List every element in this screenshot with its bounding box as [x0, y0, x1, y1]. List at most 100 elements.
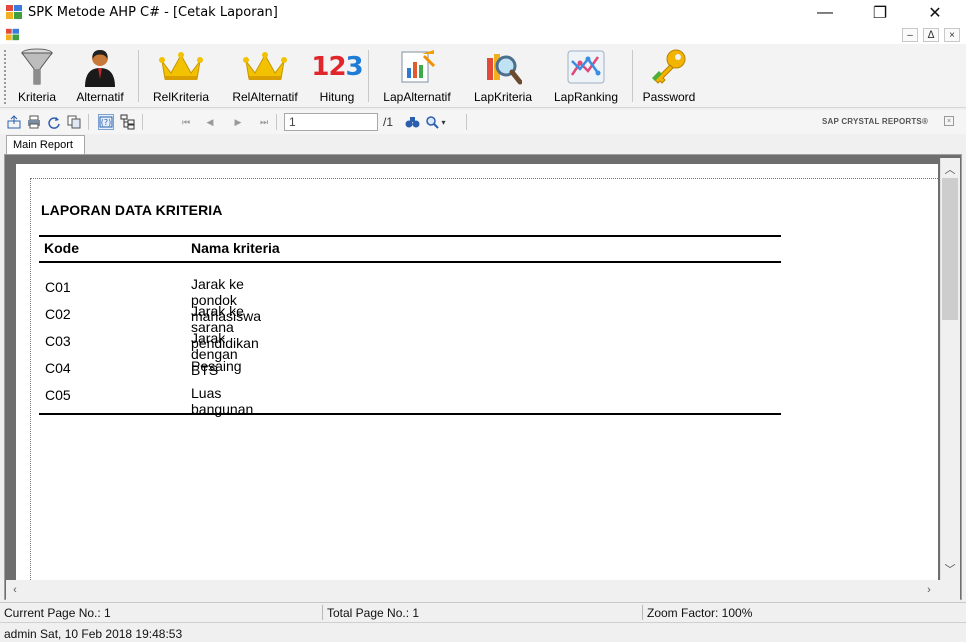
- printer-icon: [28, 115, 40, 129]
- relkriteria-button[interactable]: RelKriteria: [146, 46, 216, 106]
- first-page-button[interactable]: ⏮: [178, 114, 194, 130]
- last-page-button[interactable]: ⏭: [256, 114, 272, 130]
- mdi-restore-icon: ᐃ: [927, 29, 935, 41]
- row-kode: C03: [45, 333, 71, 349]
- toolbar-separator: [466, 114, 467, 130]
- lapkriteria-button[interactable]: LapKriteria: [466, 46, 540, 106]
- mdi-minimize-button[interactable]: –: [902, 28, 918, 42]
- hitung-label: Hitung: [319, 90, 355, 104]
- password-button[interactable]: Password: [638, 46, 700, 106]
- page-total-label: /1: [383, 115, 394, 129]
- crown-icon: [243, 52, 287, 80]
- user-icon: [85, 50, 115, 87]
- crown-icon: [159, 52, 203, 80]
- numbers-123-text: 123: [311, 52, 363, 82]
- find-button[interactable]: [404, 114, 420, 130]
- export-button[interactable]: [6, 114, 22, 130]
- next-page-button[interactable]: ▶: [230, 114, 246, 130]
- copy-button[interactable]: [66, 114, 82, 130]
- row-nama: Pesaing: [191, 358, 242, 374]
- scroll-up-icon[interactable]: ︿: [941, 160, 959, 178]
- close-button[interactable]: ✕: [912, 0, 958, 26]
- relkriteria-label: RelKriteria: [152, 90, 209, 104]
- user-session-status: admin Sat, 10 Feb 2018 19:48:53: [4, 627, 183, 641]
- lapalternatif-label: LapAlternatif: [383, 90, 451, 104]
- total-page-status: Total Page No.: 1: [327, 606, 420, 620]
- title-bar: SPK Metode AHP C# - [Cetak Laporan] — ❐ …: [0, 0, 966, 26]
- funnel-icon: [21, 48, 53, 85]
- kriteria-label: Kriteria: [17, 90, 56, 104]
- toolbar-separator: [88, 114, 89, 130]
- current-page-status: Current Page No.: 1: [4, 606, 111, 620]
- zoom-factor-status: Zoom Factor: 100%: [647, 606, 753, 620]
- minimize-button[interactable]: —: [802, 0, 848, 26]
- restore-button[interactable]: ❐: [857, 0, 903, 26]
- lapalternatif-button[interactable]: LapAlternatif: [374, 46, 460, 106]
- tab-main-report[interactable]: Main Report: [6, 135, 85, 154]
- zoom-dropdown[interactable]: ▾: [424, 114, 448, 130]
- hitung-button[interactable]: 123 Hitung: [311, 46, 363, 106]
- toolbar-separator: [142, 114, 143, 130]
- copy-icon: [67, 115, 81, 129]
- report-page: [30, 178, 940, 580]
- sap-crystal-reports-logo: SAP CRYSTAL REPORTS®: [822, 117, 929, 126]
- vertical-scroll-thumb[interactable]: [942, 178, 958, 320]
- close-viewer-icon[interactable]: ×: [944, 116, 954, 126]
- kriteria-button[interactable]: Kriteria: [12, 46, 62, 106]
- last-page-icon: ⏭: [259, 116, 269, 127]
- numbers-123-icon: 123: [311, 46, 363, 88]
- header-bottom-line: [39, 261, 781, 263]
- help-icon: (?): [99, 116, 113, 128]
- row-kode: C01: [45, 279, 71, 295]
- relalternatif-button[interactable]: RelAlternatif: [224, 46, 306, 106]
- toolbar-separator: [368, 50, 369, 102]
- toolbar-separator: [138, 50, 139, 102]
- mdi-minimize-icon: –: [907, 29, 913, 41]
- toolbar-separator: [632, 50, 633, 102]
- viewer-status-bar: Current Page No.: 1 Total Page No.: 1 Zo…: [0, 602, 966, 621]
- horizontal-scrollbar[interactable]: [6, 580, 960, 600]
- export-icon: [7, 115, 21, 129]
- column-header-nama-kriteria: Nama kriteria: [191, 240, 280, 256]
- alternatif-button[interactable]: Alternatif: [68, 46, 132, 106]
- report-title: LAPORAN DATA KRITERIA: [41, 202, 223, 218]
- table-bottom-line: [39, 413, 781, 415]
- scroll-right-icon[interactable]: ›: [920, 581, 938, 599]
- page-number-input[interactable]: 1: [284, 113, 378, 131]
- status-divider: [642, 605, 643, 620]
- row-kode: C02: [45, 306, 71, 322]
- refresh-button[interactable]: [46, 114, 62, 130]
- lapranking-button[interactable]: LapRanking: [546, 46, 626, 106]
- mdi-restore-button[interactable]: ᐃ: [923, 28, 939, 42]
- app-icon: [6, 5, 22, 19]
- mdi-close-button[interactable]: ×: [944, 28, 960, 42]
- toggle-help-button[interactable]: (?): [98, 114, 114, 130]
- password-label: Password: [642, 90, 696, 104]
- relalternatif-label: RelAlternatif: [232, 90, 298, 104]
- group-tree-button[interactable]: [120, 114, 136, 130]
- restore-icon: ❐: [872, 5, 888, 22]
- row-kode: C04: [45, 360, 71, 376]
- scroll-down-icon[interactable]: ﹀: [941, 560, 959, 578]
- toolbar-grip[interactable]: [4, 50, 7, 104]
- magnifier-report-icon: [487, 54, 522, 85]
- group-tree-icon: [120, 114, 135, 130]
- lapranking-label: LapRanking: [553, 90, 619, 104]
- keys-icon: [652, 49, 686, 84]
- toolbar-separator: [276, 114, 277, 130]
- chevron-down-icon: ▾: [441, 117, 446, 127]
- minimize-icon: —: [817, 4, 833, 21]
- close-icon: ✕: [928, 5, 942, 22]
- previous-page-button[interactable]: ◀: [202, 114, 218, 130]
- mdi-close-icon: ×: [949, 29, 955, 41]
- scroll-left-icon[interactable]: ‹: [6, 581, 24, 599]
- alternatif-label: Alternatif: [76, 90, 124, 104]
- zoom-icon: [426, 115, 440, 129]
- print-button[interactable]: [26, 114, 42, 130]
- mdi-bar: – ᐃ ×: [0, 26, 966, 44]
- header-top-line: [39, 235, 781, 237]
- previous-page-icon: ◀: [206, 116, 214, 127]
- main-toolbar: Kriteria Alternatif RelKriteria RelAlter…: [0, 44, 966, 108]
- mdi-child-icon[interactable]: [6, 28, 19, 41]
- report-viewer-toolbar: (?) ⏮ ◀ ▶ ⏭ 1 /1 ▾ SAP CRYSTAL REPORTS® …: [0, 110, 966, 134]
